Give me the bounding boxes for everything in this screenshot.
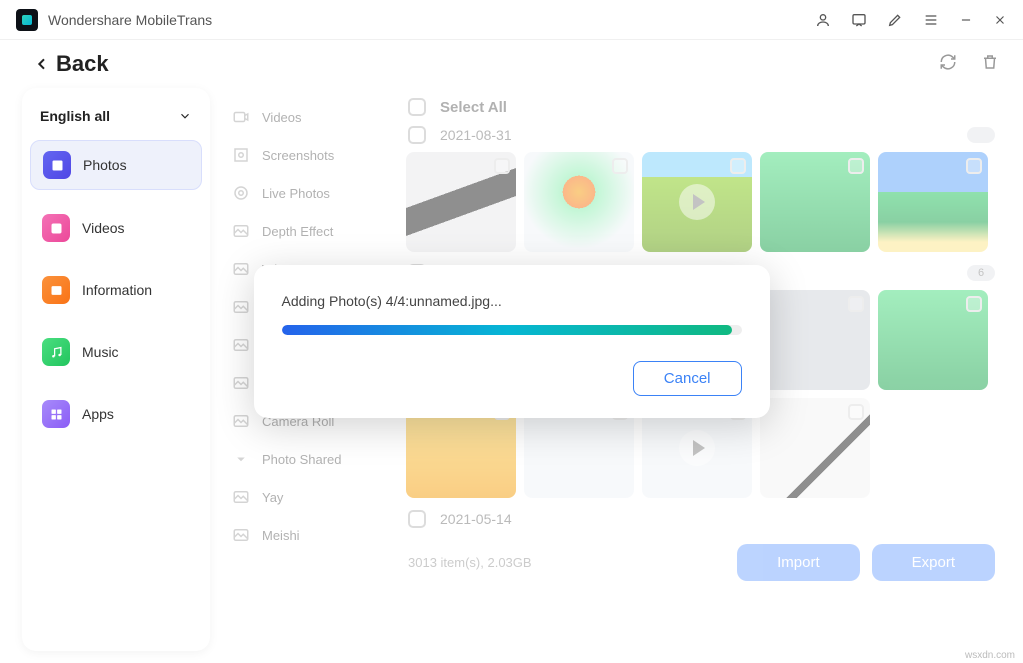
- live-photo-icon: [232, 184, 250, 202]
- image-icon: [232, 526, 250, 544]
- sidebar-item-label: Information: [82, 282, 152, 298]
- date-group-header: 2021-05-14: [402, 506, 1001, 536]
- back-label: Back: [56, 51, 109, 77]
- progress-bar: [282, 325, 742, 335]
- thumb-checkbox[interactable]: [612, 158, 628, 174]
- export-button[interactable]: Export: [872, 544, 995, 581]
- menu-icon[interactable]: [923, 12, 939, 28]
- select-all-row: Select All: [402, 98, 1001, 122]
- language-label: English all: [40, 108, 110, 124]
- photo-thumb[interactable]: [878, 152, 988, 252]
- video-folder-icon: [232, 108, 250, 126]
- minimize-icon[interactable]: [959, 13, 973, 27]
- screenshot-icon: [232, 146, 250, 164]
- album-item[interactable]: Live Photos: [224, 174, 388, 212]
- photos-icon: [43, 151, 71, 179]
- edit-icon[interactable]: [887, 12, 903, 28]
- progress-message: Adding Photo(s) 4/4:unnamed.jpg...: [282, 293, 742, 309]
- refresh-icon[interactable]: [939, 53, 957, 76]
- image-icon: [232, 336, 250, 354]
- back-row: Back: [0, 40, 1023, 88]
- caret-down-icon: [232, 450, 250, 468]
- sidebar-item-photos[interactable]: Photos: [30, 140, 202, 190]
- sidebar-item-information[interactable]: Information: [30, 266, 202, 314]
- trash-icon[interactable]: [981, 53, 999, 76]
- thumb-checkbox[interactable]: [730, 158, 746, 174]
- progress-fill: [282, 325, 733, 335]
- photo-thumb[interactable]: [760, 398, 870, 498]
- sidebar-item-label: Videos: [82, 220, 125, 236]
- information-icon: [42, 276, 70, 304]
- thumb-checkbox[interactable]: [848, 404, 864, 420]
- feedback-icon[interactable]: [851, 12, 867, 28]
- photo-thumb[interactable]: [760, 290, 870, 390]
- app-title: Wondershare MobileTrans: [48, 12, 815, 28]
- photo-thumb[interactable]: [406, 152, 516, 252]
- language-dropdown[interactable]: English all: [30, 102, 202, 140]
- image-icon: [232, 260, 250, 278]
- category-sidebar: English all Photos Videos Information Mu…: [22, 88, 210, 651]
- thumb-checkbox[interactable]: [966, 158, 982, 174]
- import-button[interactable]: Import: [737, 544, 860, 581]
- photo-thumb[interactable]: [524, 152, 634, 252]
- app-logo: [16, 9, 38, 31]
- photo-thumb[interactable]: [642, 152, 752, 252]
- play-icon: [679, 184, 715, 220]
- date-group-header: 2021-08-31: [402, 122, 1001, 152]
- photo-thumb[interactable]: [878, 290, 988, 390]
- date-label: 2021-08-31: [440, 127, 512, 143]
- thumb-checkbox[interactable]: [494, 158, 510, 174]
- progress-modal: Adding Photo(s) 4/4:unnamed.jpg... Cance…: [254, 265, 770, 418]
- play-icon: [679, 430, 715, 466]
- image-icon: [232, 488, 250, 506]
- album-item[interactable]: Videos: [224, 98, 388, 136]
- item-count-info: 3013 item(s), 2.03GB: [408, 555, 725, 570]
- thumb-checkbox[interactable]: [848, 158, 864, 174]
- titlebar: Wondershare MobileTrans: [0, 0, 1023, 40]
- sidebar-item-label: Photos: [83, 157, 127, 173]
- count-pill: 6: [967, 265, 995, 281]
- date-checkbox[interactable]: [408, 510, 426, 528]
- apps-icon: [42, 400, 70, 428]
- videos-icon: [42, 214, 70, 242]
- user-icon[interactable]: [815, 12, 831, 28]
- photo-grid: [402, 152, 1001, 260]
- thumb-checkbox[interactable]: [966, 296, 982, 312]
- album-item[interactable]: Screenshots: [224, 136, 388, 174]
- photo-thumb[interactable]: [760, 152, 870, 252]
- album-item[interactable]: Depth Effect: [224, 212, 388, 250]
- close-icon[interactable]: [993, 13, 1007, 27]
- footer-row: 3013 item(s), 2.03GB Import Export: [402, 536, 1001, 589]
- cancel-button[interactable]: Cancel: [633, 361, 742, 396]
- image-icon: [232, 374, 250, 392]
- sidebar-item-music[interactable]: Music: [30, 328, 202, 376]
- music-icon: [42, 338, 70, 366]
- image-icon: [232, 412, 250, 430]
- date-label: 2021-05-14: [440, 511, 512, 527]
- album-item[interactable]: Yay: [224, 478, 388, 516]
- select-all-checkbox[interactable]: [408, 98, 426, 116]
- sidebar-item-apps[interactable]: Apps: [30, 390, 202, 438]
- album-item[interactable]: Meishi: [224, 516, 388, 554]
- sidebar-item-label: Music: [82, 344, 119, 360]
- count-pill: [967, 127, 995, 143]
- thumb-checkbox[interactable]: [848, 296, 864, 312]
- sidebar-item-videos[interactable]: Videos: [30, 204, 202, 252]
- image-icon: [232, 222, 250, 240]
- album-item[interactable]: Photo Shared: [224, 440, 388, 478]
- watermark: wsxdn.com: [965, 650, 1015, 661]
- back-button[interactable]: Back: [34, 51, 109, 77]
- sidebar-item-label: Apps: [82, 406, 114, 422]
- image-icon: [232, 298, 250, 316]
- chevron-down-icon: [178, 109, 192, 123]
- date-checkbox[interactable]: [408, 126, 426, 144]
- select-all-label: Select All: [440, 99, 507, 116]
